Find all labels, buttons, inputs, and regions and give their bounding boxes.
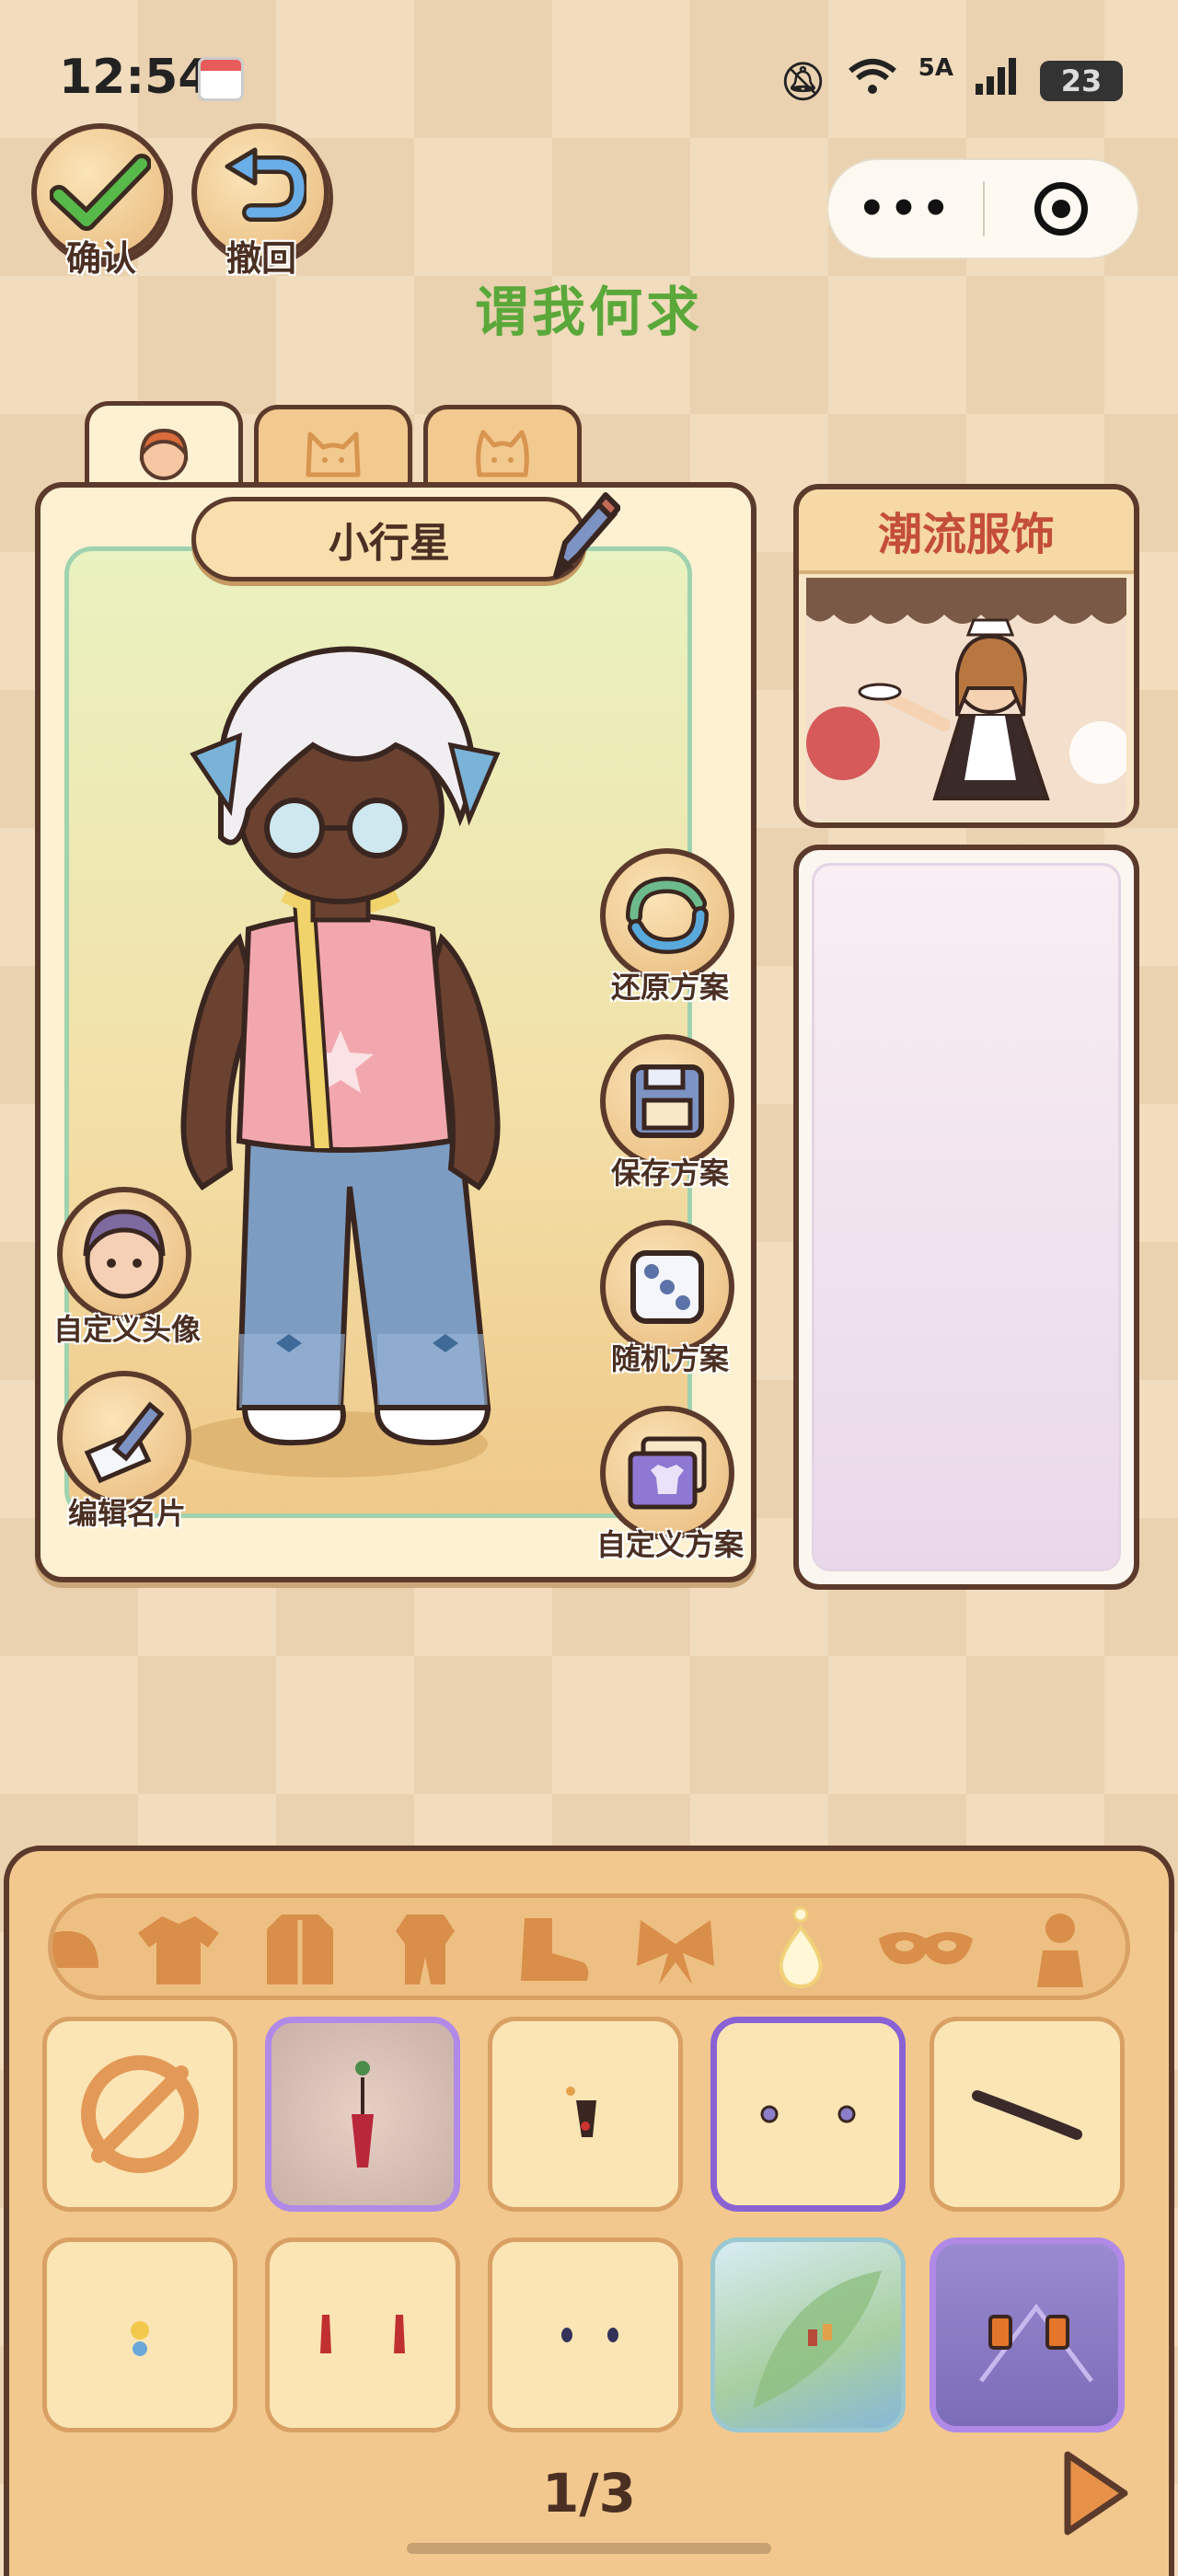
avatar-portrait-icon xyxy=(83,1209,166,1299)
fashion-maid-illustration xyxy=(806,578,1126,821)
undo-arrow-icon xyxy=(225,147,306,222)
mask-icon[interactable] xyxy=(875,1905,976,1994)
floppy-disk-icon xyxy=(630,1064,704,1138)
restore-scheme-label: 还原方案 xyxy=(610,970,729,1005)
custom-scheme-label: 自定义方案 xyxy=(595,1527,744,1562)
close-miniprogram-button[interactable] xyxy=(985,160,1138,258)
status-bar: 12:54 🔕︎ 5A 23 xyxy=(0,0,1178,156)
more-options-button[interactable]: ••• xyxy=(828,160,983,258)
page-title: 谓我何求 xyxy=(474,281,703,343)
lantern-earrings-icon xyxy=(979,2303,1093,2383)
signal-icon xyxy=(974,56,1020,106)
gem-earring-icon xyxy=(566,2087,596,2137)
item-slot-none[interactable] xyxy=(42,2017,237,2212)
fashion-promo-card[interactable]: 潮流服饰 xyxy=(793,484,1139,828)
save-scheme-label: 保存方案 xyxy=(610,1156,729,1190)
red-drop-earrings-icon xyxy=(320,2315,405,2353)
earring-icon[interactable] xyxy=(750,1905,851,1994)
refresh-arrows-icon xyxy=(626,876,709,955)
next-page-arrow-icon[interactable] xyxy=(1058,2447,1132,2539)
character-name-plate: 小行星 xyxy=(191,497,587,581)
shoe-icon[interactable] xyxy=(500,1905,601,1994)
edit-card-button[interactable] xyxy=(57,1371,191,1505)
info-panel-content xyxy=(812,863,1121,1571)
stud-earrings-icon xyxy=(760,2105,856,2123)
miniprogram-capsule: ••• xyxy=(826,158,1139,259)
person-face-icon xyxy=(139,428,189,480)
no-item-icon xyxy=(81,2055,199,2173)
custom-avatar-label: 自定义头像 xyxy=(52,1312,201,1347)
item-slot-2[interactable] xyxy=(265,2017,460,2212)
custom-avatar-button[interactable] xyxy=(57,1187,191,1321)
outfit-icon[interactable] xyxy=(375,1905,476,1994)
status-icons: 🔕︎ 5A 23 xyxy=(780,53,1123,109)
chain-necklace-icon xyxy=(972,2090,1082,2140)
outfit-cards-icon xyxy=(628,1436,707,1510)
wifi-icon xyxy=(847,56,898,106)
cat-face-icon xyxy=(476,430,529,477)
character-avatar xyxy=(175,646,501,1478)
checkmark-icon xyxy=(50,154,151,231)
tassel-earring-icon xyxy=(352,2061,374,2168)
info-panel xyxy=(793,845,1139,1590)
random-scheme-label: 随机方案 xyxy=(610,1341,729,1376)
custom-scheme-button[interactable] xyxy=(600,1406,734,1540)
flower-charm-icon xyxy=(131,2321,149,2356)
shirt-icon[interactable] xyxy=(128,1905,229,1994)
figure-icon[interactable] xyxy=(1010,1905,1111,1994)
mute-bell-icon: 🔕︎ xyxy=(780,60,826,103)
dice-icon xyxy=(630,1250,704,1324)
item-slot-6[interactable] xyxy=(42,2237,237,2432)
item-slot-10[interactable] xyxy=(930,2237,1125,2432)
item-slot-3[interactable] xyxy=(488,2017,683,2212)
network-type: 5A xyxy=(918,54,953,82)
leaf-earring-icon xyxy=(753,2271,882,2409)
item-slot-7[interactable] xyxy=(265,2237,460,2432)
item-slot-4[interactable] xyxy=(710,2017,906,2212)
home-indicator xyxy=(407,2543,771,2554)
hat-icon[interactable] xyxy=(52,1905,117,1994)
item-slot-9[interactable] xyxy=(710,2237,906,2432)
status-time: 12:54 xyxy=(59,50,212,105)
dark-stud-earrings-icon xyxy=(561,2328,618,2342)
item-slot-8[interactable] xyxy=(488,2237,683,2432)
target-icon xyxy=(1034,182,1088,236)
random-scheme-button[interactable] xyxy=(600,1220,734,1354)
edit-name-pencil-icon[interactable] xyxy=(537,488,620,589)
cat-face-icon xyxy=(306,431,361,477)
battery-indicator: 23 xyxy=(1040,61,1123,101)
fashion-card-title: 潮流服饰 xyxy=(799,489,1134,574)
calendar-icon xyxy=(198,57,244,101)
edit-card-icon xyxy=(84,1401,165,1484)
category-bar xyxy=(48,1893,1130,2000)
save-scheme-button[interactable] xyxy=(600,1034,734,1168)
edit-card-label: 编辑名片 xyxy=(67,1496,186,1531)
item-slot-5[interactable] xyxy=(930,2017,1125,2212)
page-indicator: 1/3 xyxy=(542,2462,636,2524)
bow-icon[interactable] xyxy=(625,1905,726,1994)
restore-scheme-button[interactable] xyxy=(600,848,734,983)
coat-icon[interactable] xyxy=(249,1905,351,1994)
